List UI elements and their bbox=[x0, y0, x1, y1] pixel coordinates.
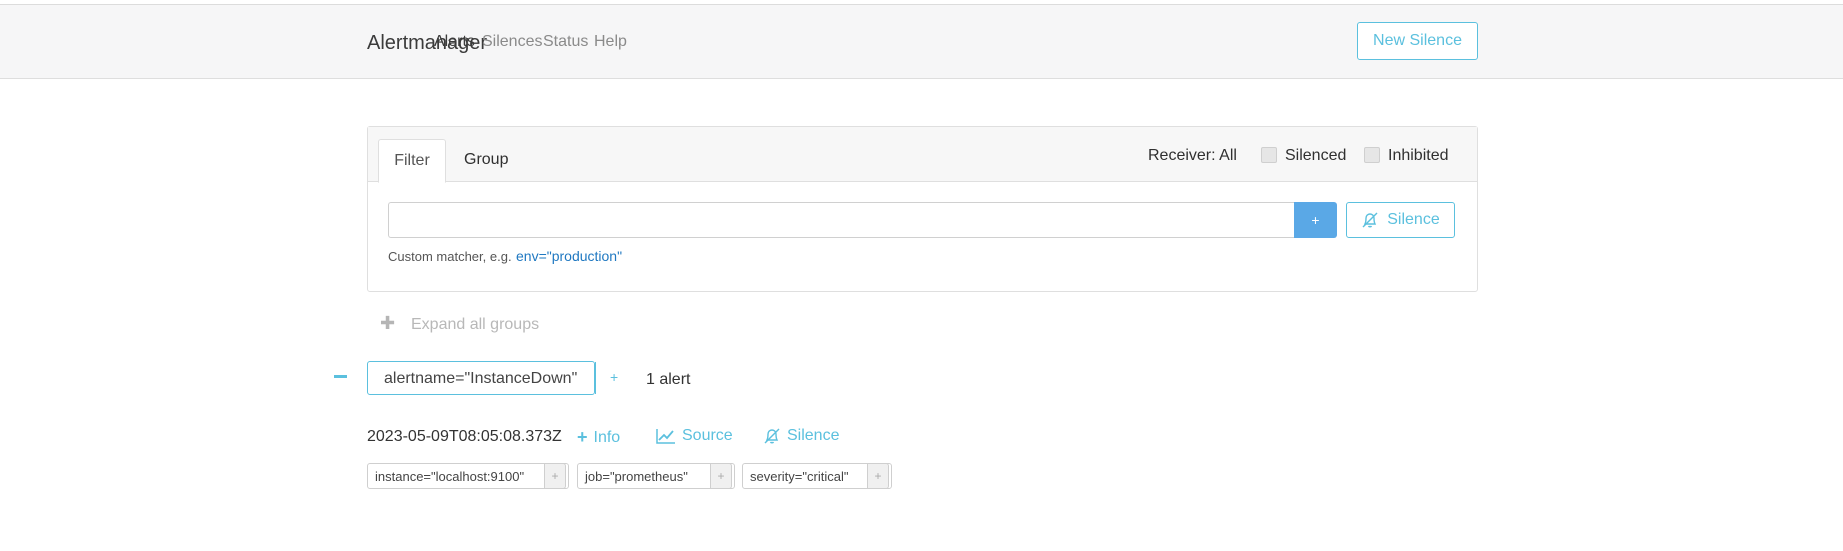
alert-timestamp: 2023-05-09T08:05:08.373Z bbox=[367, 428, 562, 445]
silence-alert-button[interactable]: Silence bbox=[763, 427, 839, 445]
alert-label-add-button[interactable]: + bbox=[710, 463, 732, 489]
source-label: Source bbox=[682, 427, 733, 444]
tab-filter[interactable]: Filter bbox=[378, 139, 446, 183]
navbar: Alertmanager Alerts Silences Status Help… bbox=[0, 5, 1843, 79]
expand-all-groups[interactable]: Expand all groups bbox=[411, 316, 539, 334]
nav-status[interactable]: Status bbox=[543, 33, 588, 51]
alert-label-chip[interactable]: job="prometheus" + bbox=[577, 463, 735, 489]
tab-group[interactable]: Group bbox=[464, 139, 508, 181]
group-chip-divider bbox=[595, 362, 596, 394]
collapse-group-icon[interactable] bbox=[334, 375, 347, 378]
new-silence-button[interactable]: New Silence bbox=[1357, 22, 1478, 60]
silenced-label[interactable]: Silenced bbox=[1285, 147, 1346, 165]
matcher-hint: Custom matcher, e.g. bbox=[388, 249, 512, 264]
nav-help[interactable]: Help bbox=[594, 33, 627, 51]
source-button[interactable]: Source bbox=[656, 427, 733, 445]
alert-label-chip[interactable]: severity="critical" + bbox=[742, 463, 892, 489]
bell-slash-icon bbox=[764, 428, 780, 444]
add-group-matcher-button[interactable]: + bbox=[610, 369, 618, 385]
bell-slash-icon bbox=[1362, 212, 1378, 228]
alert-label-add-button[interactable]: + bbox=[867, 463, 889, 489]
silence-filter-label: Silence bbox=[1387, 211, 1440, 228]
alert-count: 1 alert bbox=[646, 371, 691, 388]
add-matcher-button[interactable]: + bbox=[1294, 202, 1337, 238]
plus-icon: + bbox=[577, 427, 588, 447]
filter-input[interactable] bbox=[388, 202, 1294, 238]
silence-alert-label: Silence bbox=[787, 427, 840, 444]
receiver-selector[interactable]: Receiver: All bbox=[1148, 147, 1237, 165]
alert-label-text[interactable]: job="prometheus" bbox=[585, 469, 688, 484]
alert-label-text[interactable]: instance="localhost:9100" bbox=[375, 469, 524, 484]
alert-label-chip[interactable]: instance="localhost:9100" + bbox=[367, 463, 569, 489]
nav-alerts[interactable]: Alerts bbox=[434, 33, 475, 51]
matcher-hint-example[interactable]: env="production" bbox=[516, 248, 622, 264]
inhibited-checkbox[interactable] bbox=[1364, 147, 1380, 163]
filter-panel: Filter Group Receiver: All Silenced Inhi… bbox=[367, 126, 1478, 292]
alert-label-add-button[interactable]: + bbox=[544, 463, 566, 489]
chart-line-icon bbox=[656, 429, 675, 444]
nav-silences[interactable]: Silences bbox=[482, 33, 542, 51]
filter-panel-header: Filter Group Receiver: All Silenced Inhi… bbox=[368, 127, 1477, 183]
group-matcher-label[interactable]: alertname="InstanceDown" bbox=[384, 370, 577, 388]
silence-filter-button[interactable]: Silence bbox=[1346, 202, 1455, 238]
info-label: Info bbox=[593, 428, 621, 446]
group-matcher-chip[interactable]: alertname="InstanceDown" + bbox=[367, 361, 618, 395]
alert-label-text[interactable]: severity="critical" bbox=[750, 469, 848, 484]
silenced-checkbox[interactable] bbox=[1261, 147, 1277, 163]
inhibited-label[interactable]: Inhibited bbox=[1388, 147, 1449, 165]
info-button[interactable]: + Info bbox=[577, 427, 620, 448]
expand-all-icon[interactable]: ✚ bbox=[380, 313, 395, 334]
